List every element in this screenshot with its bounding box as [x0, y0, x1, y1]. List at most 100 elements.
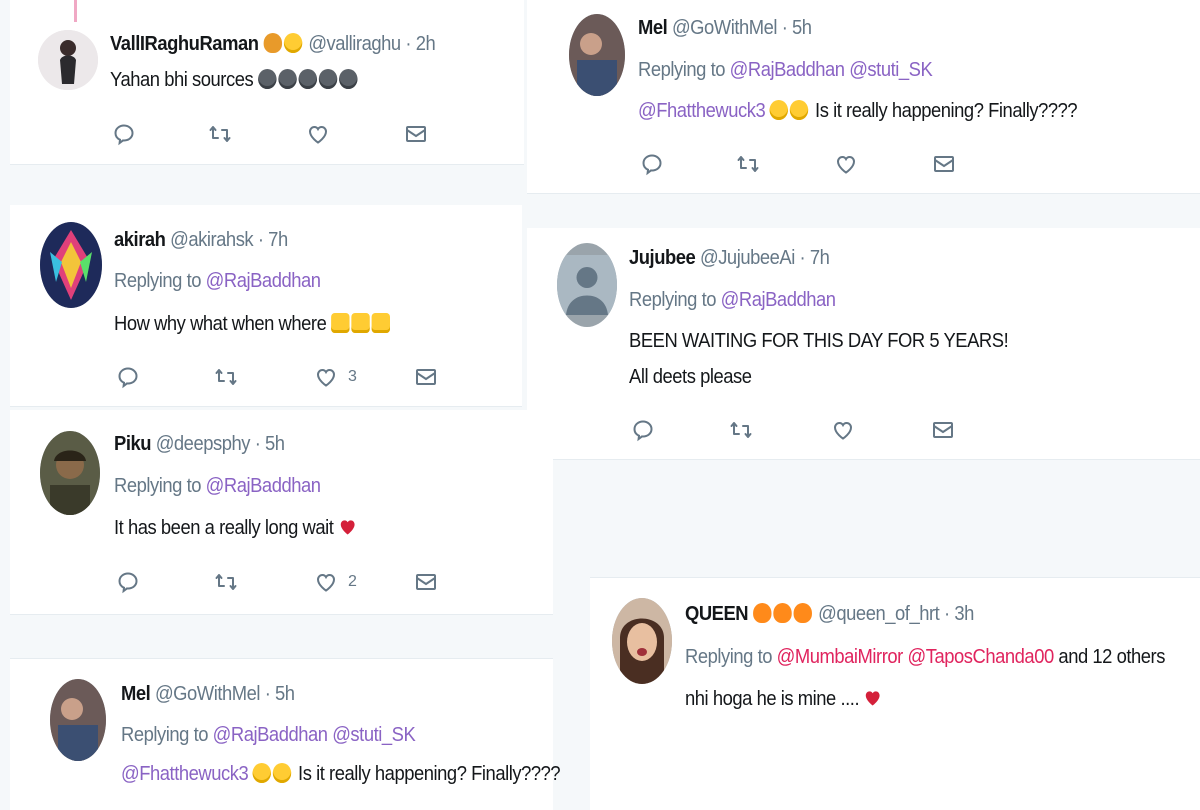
replying-line: Replying to @RajBaddhan: [114, 270, 321, 293]
mention-link[interactable]: @RajBaddhan: [206, 270, 321, 292]
mention-link[interactable]: @RajBaddhan: [721, 289, 836, 311]
mention-link[interactable]: @MumbaiMirror: [777, 646, 904, 668]
display-name[interactable]: akirah: [114, 229, 166, 251]
crying-emoji-icon: [769, 100, 789, 120]
timestamp[interactable]: 2h: [416, 33, 436, 55]
message-icon[interactable]: [931, 418, 957, 444]
tweet-mel-top: Mel @GoWithMel · 5h Replying to @RajBadd…: [527, 0, 1200, 194]
timestamp[interactable]: 5h: [792, 17, 812, 39]
replying-line: Replying to @RajBaddhan: [629, 289, 836, 312]
handle[interactable]: @JujubeeAi: [700, 247, 795, 269]
avatar[interactable]: [612, 598, 672, 684]
timestamp[interactable]: 5h: [275, 683, 295, 705]
emoji-icon: [257, 69, 277, 89]
separator: ·: [405, 33, 412, 55]
mention-link[interactable]: @stuti_SK: [332, 724, 416, 746]
reply-icon[interactable]: [112, 122, 138, 148]
heart-eyes-emoji-icon: [790, 100, 809, 120]
tweet-text-body: It has been a really long wait: [114, 517, 334, 539]
mention-link[interactable]: @RajBaddhan: [730, 59, 845, 81]
separator: ·: [257, 229, 264, 251]
avatar[interactable]: [50, 679, 106, 761]
tweet-text: @Fhatthewuck3 Is it really happening? Fi…: [638, 100, 1078, 123]
display-name[interactable]: QUEEN: [685, 603, 749, 625]
reply-icon[interactable]: [116, 365, 142, 391]
others-link[interactable]: and 12 others: [1058, 646, 1165, 668]
timestamp[interactable]: 7h: [268, 229, 288, 251]
like-icon[interactable]: [306, 122, 332, 148]
mention-link[interactable]: @RajBaddhan: [213, 724, 328, 746]
handle[interactable]: @GoWithMel: [672, 17, 778, 39]
replying-line: Replying to @RajBaddhan @stuti_SK: [638, 59, 933, 82]
mention-link[interactable]: @stuti_SK: [849, 59, 933, 81]
like-icon[interactable]: [834, 152, 860, 178]
like-icon[interactable]: [314, 365, 340, 391]
display-name[interactable]: Piku: [114, 433, 151, 455]
tweet-header: Mel @GoWithMel · 5h: [121, 683, 295, 706]
avatar[interactable]: [569, 14, 625, 96]
separator: ·: [264, 683, 271, 705]
timestamp[interactable]: 3h: [954, 603, 974, 625]
heart-emoji-icon: [338, 517, 356, 537]
replying-label: Replying to: [121, 724, 208, 746]
retweet-icon[interactable]: [214, 365, 240, 391]
tweet-actions: [640, 152, 970, 178]
retweet-icon[interactable]: [208, 122, 234, 148]
mention-link[interactable]: @Fhatthewuck3: [638, 100, 766, 122]
tweet-header: VallIRaghuRaman @valliraghu · 2h: [110, 33, 436, 56]
handle[interactable]: @valliraghu: [308, 33, 401, 55]
like-icon[interactable]: [831, 418, 857, 444]
replying-label: Replying to: [114, 270, 201, 292]
avatar[interactable]: [40, 222, 102, 308]
tweet-text-body: Yahan bhi sources: [110, 69, 254, 91]
timestamp[interactable]: 7h: [810, 247, 830, 269]
retweet-icon[interactable]: [729, 418, 755, 444]
tweet-piku: Piku @deepsphy · 5h Replying to @RajBadd…: [10, 410, 553, 615]
mention-link[interactable]: @TaposChanda00: [907, 646, 1054, 668]
handle[interactable]: @deepsphy: [156, 433, 251, 455]
tweet-actions: 2: [116, 570, 446, 596]
yellow-heart-icon: [283, 33, 302, 53]
emoji-icon: [278, 69, 297, 89]
tweet-header: Piku @deepsphy · 5h: [114, 433, 285, 456]
tweet-header: Jujubee @JujubeeAi · 7h: [629, 247, 830, 270]
like-count: 3: [348, 368, 357, 385]
replying-label: Replying to: [638, 59, 725, 81]
timestamp[interactable]: 5h: [265, 433, 285, 455]
avatar[interactable]: [38, 30, 98, 90]
reply-icon[interactable]: [640, 152, 666, 178]
mention-link[interactable]: @RajBaddhan: [206, 475, 321, 497]
avatar[interactable]: [40, 431, 100, 515]
display-name[interactable]: Mel: [638, 17, 668, 39]
retweet-icon[interactable]: [214, 570, 240, 596]
reply-icon[interactable]: [116, 570, 142, 596]
message-icon[interactable]: [414, 570, 440, 596]
tweet-text-body: nhi hoga he is mine ....: [685, 688, 860, 710]
handle[interactable]: @queen_of_hrt: [818, 603, 940, 625]
mention-link[interactable]: @Fhatthewuck3: [121, 763, 249, 785]
emoji-icon: [371, 313, 390, 333]
lion-emoji-icon: [263, 33, 282, 53]
replying-line: Replying to @RajBaddhan: [114, 475, 321, 498]
like-icon[interactable]: [314, 570, 340, 596]
thread-line: [74, 0, 77, 22]
avatar[interactable]: [557, 243, 617, 327]
handle[interactable]: @akirahsk: [170, 229, 254, 251]
replying-label: Replying to: [685, 646, 772, 668]
handle[interactable]: @GoWithMel: [155, 683, 261, 705]
tweet-actions: 3: [116, 365, 446, 391]
tweet-mel-bottom: Mel @GoWithMel · 5h Replying to @RajBadd…: [10, 658, 561, 810]
display-name[interactable]: Mel: [121, 683, 151, 705]
message-icon[interactable]: [932, 152, 958, 178]
message-icon[interactable]: [414, 365, 440, 391]
tweet-text: Yahan bhi sources: [110, 69, 359, 92]
reply-icon[interactable]: [631, 418, 657, 444]
display-name[interactable]: VallIRaghuRaman: [110, 33, 259, 55]
emoji-icon: [298, 69, 317, 89]
message-icon[interactable]: [404, 122, 430, 148]
retweet-icon[interactable]: [736, 152, 762, 178]
display-name[interactable]: Jujubee: [629, 247, 696, 269]
crying-emoji-icon: [252, 763, 272, 783]
emoji-icon: [338, 69, 358, 89]
tweet-text: It has been a really long wait: [114, 517, 356, 540]
